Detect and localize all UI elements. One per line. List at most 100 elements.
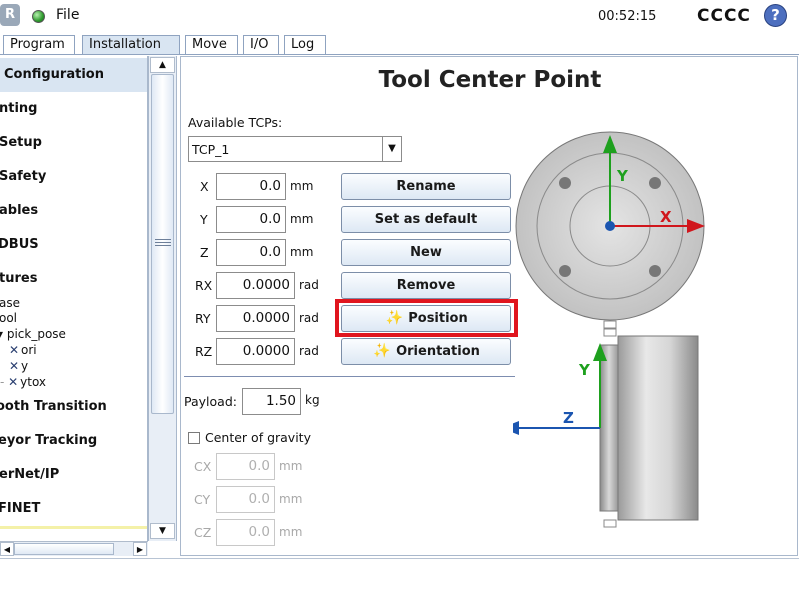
tree-line-icon: - <box>0 375 9 389</box>
tcp-rx-field[interactable]: 0.0000 <box>216 272 295 299</box>
z-label: Z <box>200 245 209 260</box>
sidebar-item-setup[interactable]: Setup <box>0 135 42 150</box>
center-of-gravity-label: Center of gravity <box>205 430 311 445</box>
feature-pick-pose[interactable]: ▾ pick_pose <box>0 327 66 341</box>
side-z-axis-label: Z <box>563 409 574 427</box>
feature-ytox[interactable]: - ✕ ytox <box>0 375 46 389</box>
feature-tool[interactable]: ool <box>0 311 17 325</box>
center-of-gravity-checkbox[interactable] <box>188 432 200 444</box>
orientation-button-label: Orientation <box>396 344 480 359</box>
sidebar-item-profinet[interactable]: FINET <box>0 501 40 516</box>
y-label: Y <box>200 212 208 227</box>
sidebar-item-modbus[interactable]: DBUS <box>0 237 39 252</box>
sidebar-item-conveyor-tracking[interactable]: eyor Tracking <box>0 433 97 448</box>
tab-divider <box>0 54 799 55</box>
tcp-y-field[interactable]: 0.0 <box>216 206 286 233</box>
orientation-wizard-button[interactable]: ✨ Orientation <box>341 338 511 365</box>
help-button[interactable]: ? <box>764 4 787 27</box>
top-bar: R File 00:52:15 CCCC ? <box>0 0 799 33</box>
main-tabs: Program Installation Move I/O Log <box>0 35 799 55</box>
position-highlight-box <box>335 299 518 337</box>
side-y-axis-label: Y <box>578 361 591 379</box>
sidebar-item-safety[interactable]: Safety <box>0 169 46 184</box>
feature-ori[interactable]: ✕ ori <box>9 343 37 357</box>
tab-log[interactable]: Log <box>284 35 326 54</box>
new-tcp-button[interactable]: New <box>341 239 511 266</box>
x-label: X <box>200 179 209 194</box>
cx-label: CX <box>194 459 212 474</box>
scroll-down-button[interactable]: ▼ <box>150 523 175 539</box>
feature-ori-label: ori <box>21 343 37 357</box>
top-x-axis-label: X <box>660 208 672 226</box>
scroll-right-button[interactable]: ▶ <box>133 542 147 556</box>
tab-program[interactable]: Program <box>3 35 75 54</box>
feature-y-label: y <box>21 359 29 373</box>
y-unit: mm <box>290 212 314 226</box>
tab-move[interactable]: Move <box>185 35 238 54</box>
flange-top-view <box>515 131 705 329</box>
sidebar-item-features[interactable]: tures <box>0 271 37 286</box>
chevron-down-icon[interactable]: ▼ <box>382 137 401 161</box>
tcp-z-field[interactable]: 0.0 <box>216 239 286 266</box>
tcp-panel: Tool Center Point Available TCPs: TCP_1 … <box>180 56 798 556</box>
tcp-select[interactable]: TCP_1 ▼ <box>188 136 402 162</box>
magic-wand-icon: ✨ <box>373 343 391 359</box>
tcp-x-field[interactable]: 0.0 <box>216 173 286 200</box>
flange-side-view <box>513 328 699 528</box>
sidebar-item-mounting[interactable]: nting <box>0 101 38 116</box>
set-default-button[interactable]: Set as default <box>341 206 511 233</box>
page-title: Tool Center Point <box>378 67 602 93</box>
cog-cz-field[interactable]: 0.0 <box>216 519 275 546</box>
rx-label: RX <box>195 278 213 293</box>
scroll-up-button[interactable]: ▲ <box>150 57 175 73</box>
sidebar-horizontal-scrollbar[interactable]: ◀ ▶ <box>0 541 148 556</box>
tab-io[interactable]: I/O <box>243 35 279 54</box>
tcp-ry-field[interactable]: 0.0000 <box>216 305 295 332</box>
feature-pick-pose-label: pick_pose <box>6 327 66 341</box>
expand-icon[interactable]: ▾ <box>0 327 7 341</box>
ur-logo-icon: R <box>0 4 20 26</box>
scroll-left-button[interactable]: ◀ <box>0 542 14 556</box>
cog-cx-field[interactable]: 0.0 <box>216 453 275 480</box>
cz-label: CZ <box>194 525 212 540</box>
rename-button[interactable]: Rename <box>341 173 511 200</box>
feature-ytox-label: ytox <box>20 375 47 389</box>
bottom-bar <box>0 558 799 607</box>
sidebar-item-variables[interactable]: ables <box>0 203 38 218</box>
sidebar-item-label: Configuration <box>4 67 104 82</box>
rz-unit: rad <box>299 344 319 358</box>
feature-base[interactable]: ase <box>0 296 20 310</box>
feature-y[interactable]: ✕ y <box>9 359 28 373</box>
ry-unit: rad <box>299 311 319 325</box>
tool-flange-diagram: Y X Y Z <box>513 131 705 528</box>
clock: 00:52:15 <box>598 9 657 24</box>
top-y-axis-label: Y <box>616 167 629 185</box>
sidebar-vertical-scrollbar[interactable]: ▲ ▼ <box>148 56 177 541</box>
robot-status-icon[interactable] <box>32 10 45 23</box>
hscroll-thumb[interactable] <box>14 543 114 555</box>
payload-unit: kg <box>305 393 320 407</box>
cx-unit: mm <box>279 459 303 473</box>
available-tcps-label: Available TCPs: <box>188 115 283 130</box>
cz-unit: mm <box>279 525 303 539</box>
sidebar-item-smooth-transition[interactable]: ooth Transition <box>0 399 107 414</box>
section-divider <box>184 376 515 377</box>
point-x-icon: ✕ <box>9 343 20 357</box>
tcp-rz-field[interactable]: 0.0000 <box>216 338 295 365</box>
cy-label: CY <box>194 492 211 507</box>
payload-field[interactable]: 1.50 <box>242 388 301 415</box>
file-menu[interactable]: File <box>56 7 79 23</box>
sidebar-item-configuration[interactable]: Configuration <box>0 58 147 92</box>
tcp-select-value: TCP_1 <box>192 142 230 157</box>
tab-installation[interactable]: Installation <box>82 35 180 54</box>
rz-label: RZ <box>195 344 213 359</box>
scroll-thumb[interactable] <box>151 74 174 414</box>
rx-unit: rad <box>299 278 319 292</box>
ry-label: RY <box>195 311 211 326</box>
sidebar-item-ethernet-ip[interactable]: erNet/IP <box>0 467 59 482</box>
z-unit: mm <box>290 245 314 259</box>
remove-tcp-button[interactable]: Remove <box>341 272 511 299</box>
cy-unit: mm <box>279 492 303 506</box>
cog-cy-field[interactable]: 0.0 <box>216 486 275 513</box>
payload-label: Payload: <box>184 394 237 409</box>
